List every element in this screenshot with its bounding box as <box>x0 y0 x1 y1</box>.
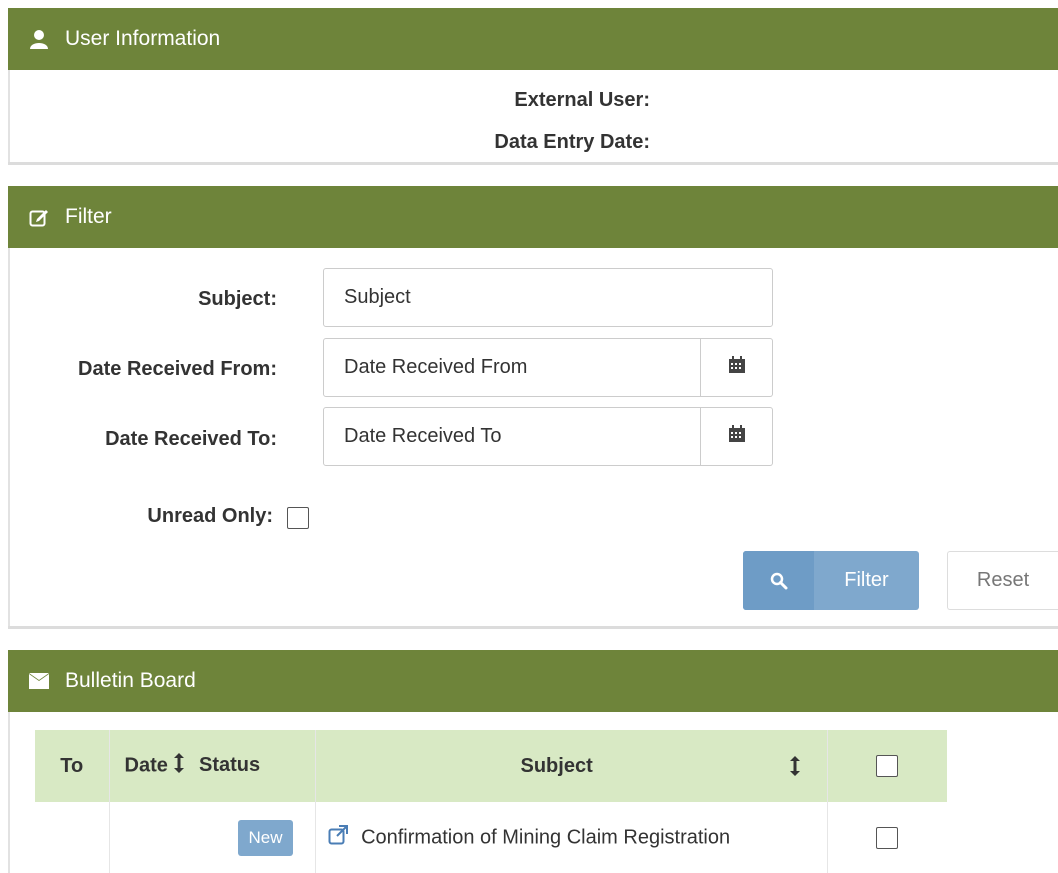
calendar-icon <box>728 424 746 449</box>
bulletin-title: Bulletin Board <box>65 669 196 692</box>
date-from-label: Date Received From: <box>78 358 277 380</box>
column-to: To <box>35 730 110 802</box>
select-all-checkbox[interactable] <box>876 755 899 778</box>
date-to-input[interactable]: Date Received To <box>323 407 701 466</box>
column-select-all <box>827 730 947 802</box>
unread-only-label: Unread Only: <box>147 505 273 527</box>
user-info-title: User Information <box>65 27 221 50</box>
filter-button-label: Filter <box>844 569 889 591</box>
column-subject[interactable]: Subject <box>315 730 828 802</box>
filter-button[interactable]: Filter <box>743 551 919 610</box>
sort-icon[interactable] <box>789 756 801 782</box>
table-row: New Confirmation of Mining Claim Registr… <box>35 802 947 873</box>
user-icon <box>28 28 50 50</box>
edit-icon <box>28 206 50 228</box>
table-header-row: To Date Status Subject <box>35 730 947 802</box>
filter-title: Filter <box>65 205 112 228</box>
date-from-input[interactable]: Date Received From <box>323 338 701 397</box>
external-link-icon[interactable] <box>328 825 348 851</box>
envelope-icon <box>28 670 50 692</box>
external-user-label: External User: <box>514 89 650 111</box>
bulletin-header: Bulletin Board <box>8 650 1058 712</box>
column-status: Status <box>198 754 261 777</box>
date-to-calendar-button[interactable] <box>701 407 773 466</box>
row-checkbox[interactable] <box>876 827 899 850</box>
row-subject-link[interactable]: Confirmation of Mining Claim Registratio… <box>361 826 730 848</box>
unread-only-checkbox[interactable] <box>287 507 309 529</box>
search-icon <box>743 551 814 610</box>
column-date-status: Date Status <box>109 730 316 802</box>
reset-button[interactable]: Reset <box>947 551 1058 610</box>
data-entry-date-label: Data Entry Date: <box>494 131 650 153</box>
user-info-header: User Information <box>8 8 1058 70</box>
status-badge: New <box>238 820 293 856</box>
row-to <box>35 802 110 873</box>
date-from-calendar-button[interactable] <box>701 338 773 397</box>
sort-icon[interactable] <box>173 753 185 779</box>
filter-header: Filter <box>8 186 1058 248</box>
bulletin-table: To Date Status Subject New Confirmation … <box>35 730 947 873</box>
subject-label: Subject: <box>198 288 277 310</box>
row-select <box>827 802 947 873</box>
calendar-icon <box>728 355 746 380</box>
subject-input[interactable]: Subject <box>323 268 773 327</box>
date-to-label: Date Received To: <box>105 428 277 450</box>
row-subject[interactable]: Confirmation of Mining Claim Registratio… <box>315 802 828 873</box>
row-date-status: New <box>109 802 316 873</box>
column-date[interactable]: Date <box>125 754 168 776</box>
